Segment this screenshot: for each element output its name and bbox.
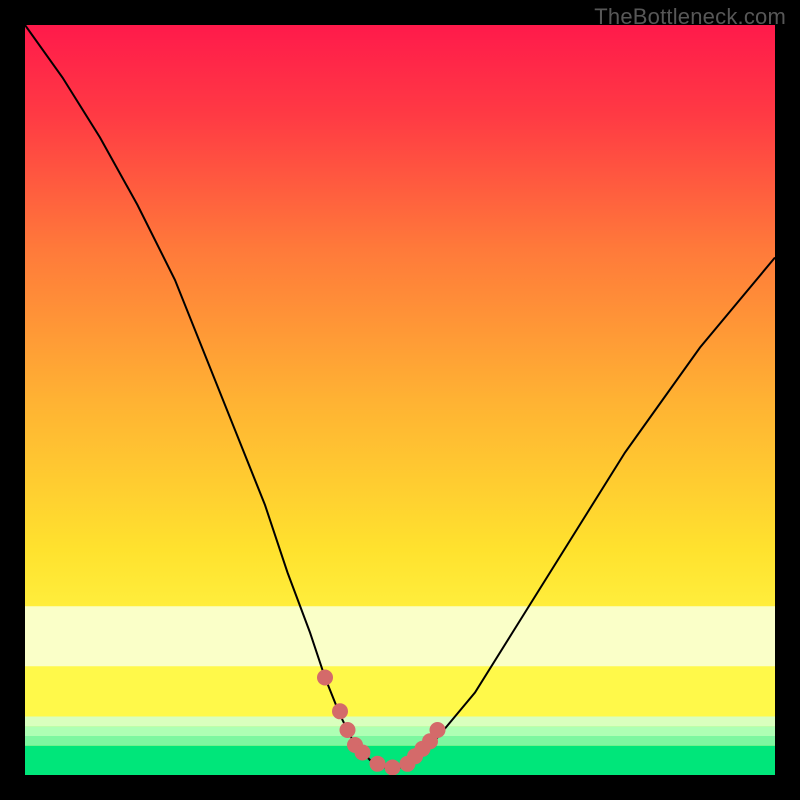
curve-marker — [355, 745, 371, 761]
curve-marker — [370, 756, 386, 772]
chart-frame: TheBottleneck.com — [0, 0, 800, 800]
bottom-band — [25, 717, 775, 727]
curve-marker — [332, 703, 348, 719]
bottom-band — [25, 736, 775, 746]
bottom-band — [25, 726, 775, 736]
bottom-band — [25, 606, 775, 666]
curve-marker — [340, 722, 356, 738]
curve-marker — [385, 760, 401, 776]
bottom-band — [25, 746, 775, 775]
curve-marker — [317, 670, 333, 686]
curve-marker — [430, 722, 446, 738]
bottleneck-chart — [25, 25, 775, 775]
